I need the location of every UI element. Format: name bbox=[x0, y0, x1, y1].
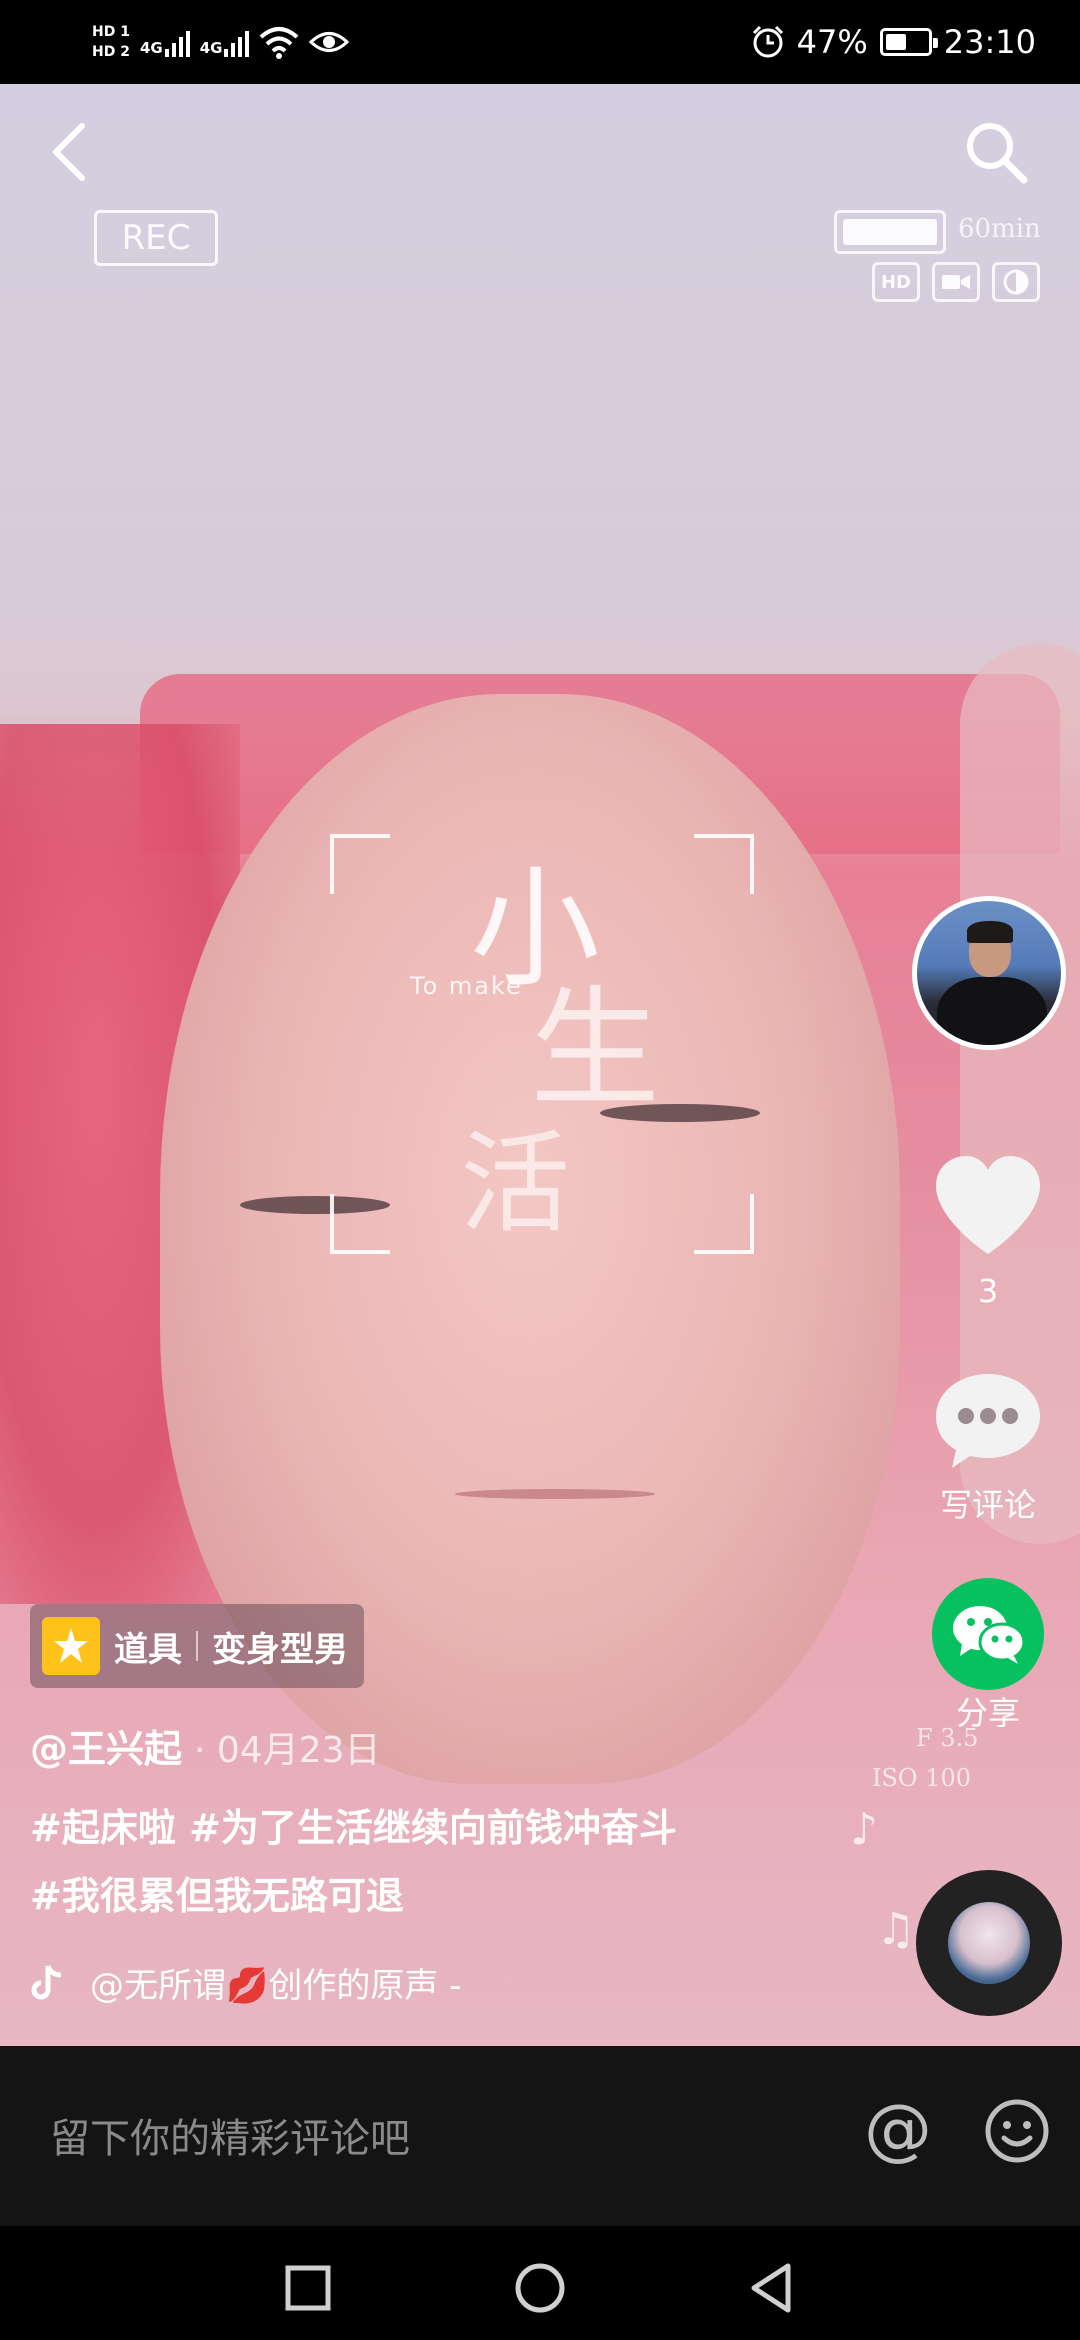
back-icon[interactable] bbox=[44, 120, 96, 184]
status-bar: HD 1 HD 2 4G 4G 47% 23:10 bbox=[0, 0, 1080, 84]
wechat-icon bbox=[953, 1606, 1026, 1664]
share-button[interactable] bbox=[932, 1578, 1044, 1690]
video-camera-icon bbox=[932, 262, 980, 302]
comment-label[interactable]: 写评论 bbox=[920, 1480, 1056, 1526]
status-left: HD 1 HD 2 4G 4G bbox=[92, 14, 350, 70]
magic-wand-icon bbox=[42, 1617, 100, 1675]
camera-battery-icon bbox=[834, 210, 946, 254]
post-caption: #起床啦 #为了生活继续向前钱冲奋斗 #我很累但我无路可退 bbox=[30, 1794, 850, 1930]
hd-icon: HD bbox=[872, 262, 920, 302]
alarm-icon bbox=[752, 25, 783, 58]
status-right: 47% 23:10 bbox=[751, 14, 1036, 70]
comment-input[interactable]: 留下你的精彩评论吧 bbox=[50, 2106, 410, 2164]
nav-back-icon[interactable] bbox=[742, 2258, 802, 2318]
music-title: @无所谓💋创作的原声 - bbox=[90, 1966, 462, 2006]
contrast-icon bbox=[992, 262, 1040, 302]
prop-tag[interactable]: 道具 变身型男 bbox=[30, 1604, 364, 1688]
signal-bars-icon bbox=[224, 27, 250, 57]
overlay-char-3: 活 bbox=[460, 1120, 570, 1248]
music-disc[interactable] bbox=[916, 1870, 1062, 2016]
iso-label: ISO 100 bbox=[872, 1764, 972, 1792]
nav-square-icon[interactable] bbox=[278, 2258, 338, 2318]
mouth-shape bbox=[455, 1489, 655, 1499]
system-nav-bar bbox=[0, 2226, 1080, 2340]
like-count: 3 bbox=[977, 1272, 999, 1310]
signal-2: 4G bbox=[200, 27, 250, 57]
clock: 23:10 bbox=[943, 23, 1036, 61]
eye-icon bbox=[309, 32, 350, 52]
music-note-icon: ♫ bbox=[876, 1904, 916, 1955]
network-type-1: 4G bbox=[139, 39, 163, 57]
rec-label: REC bbox=[94, 210, 218, 266]
heart-icon[interactable] bbox=[930, 1150, 1046, 1260]
tiktok-icon bbox=[31, 1964, 62, 1999]
emoji-icon[interactable] bbox=[984, 2098, 1050, 2164]
divider bbox=[196, 1631, 198, 1661]
battery-icon bbox=[879, 28, 938, 56]
nav-circle-icon[interactable] bbox=[510, 2258, 570, 2318]
battery-percent: 47% bbox=[796, 23, 868, 61]
network-type-2: 4G bbox=[199, 39, 223, 57]
hd1-indicator: HD 1 bbox=[92, 24, 130, 40]
camera-icons: HD bbox=[872, 262, 1040, 302]
share-label[interactable]: 分享 bbox=[920, 1688, 1056, 1734]
comment-bar: 留下你的精彩评论吧 @ bbox=[0, 2046, 1080, 2226]
author-name[interactable]: @王兴起 bbox=[30, 1718, 182, 1773]
caption-line-1[interactable]: #起床啦 #为了生活继续向前钱冲奋斗 bbox=[30, 1794, 850, 1862]
hd-indicators: HD 1 HD 2 bbox=[92, 24, 130, 60]
duration-label: 60min bbox=[958, 214, 1041, 244]
music-line[interactable]: @无所谓💋创作的原声 - bbox=[30, 1958, 461, 2007]
wifi-icon bbox=[260, 27, 299, 59]
caption-line-2[interactable]: #我很累但我无路可退 bbox=[30, 1862, 850, 1930]
author-avatar[interactable] bbox=[912, 896, 1066, 1050]
hd2-indicator: HD 2 bbox=[92, 44, 130, 60]
post-date: · 04月23日 bbox=[194, 1730, 381, 1771]
prop-label: 道具 bbox=[114, 1629, 182, 1670]
author-line: @王兴起 · 04月23日 bbox=[30, 1718, 381, 1773]
signal-1: 4G bbox=[140, 27, 190, 57]
to-make-text: To make bbox=[410, 972, 523, 1000]
signal-bars-icon bbox=[164, 27, 190, 57]
prop-name: 变身型男 bbox=[212, 1629, 348, 1670]
music-note-icon: ♪ bbox=[850, 1804, 879, 1855]
at-mention-button[interactable]: @ bbox=[864, 2092, 932, 2168]
music-cover bbox=[948, 1902, 1030, 1984]
search-icon[interactable] bbox=[962, 118, 1030, 186]
comment-icon[interactable] bbox=[932, 1370, 1044, 1470]
